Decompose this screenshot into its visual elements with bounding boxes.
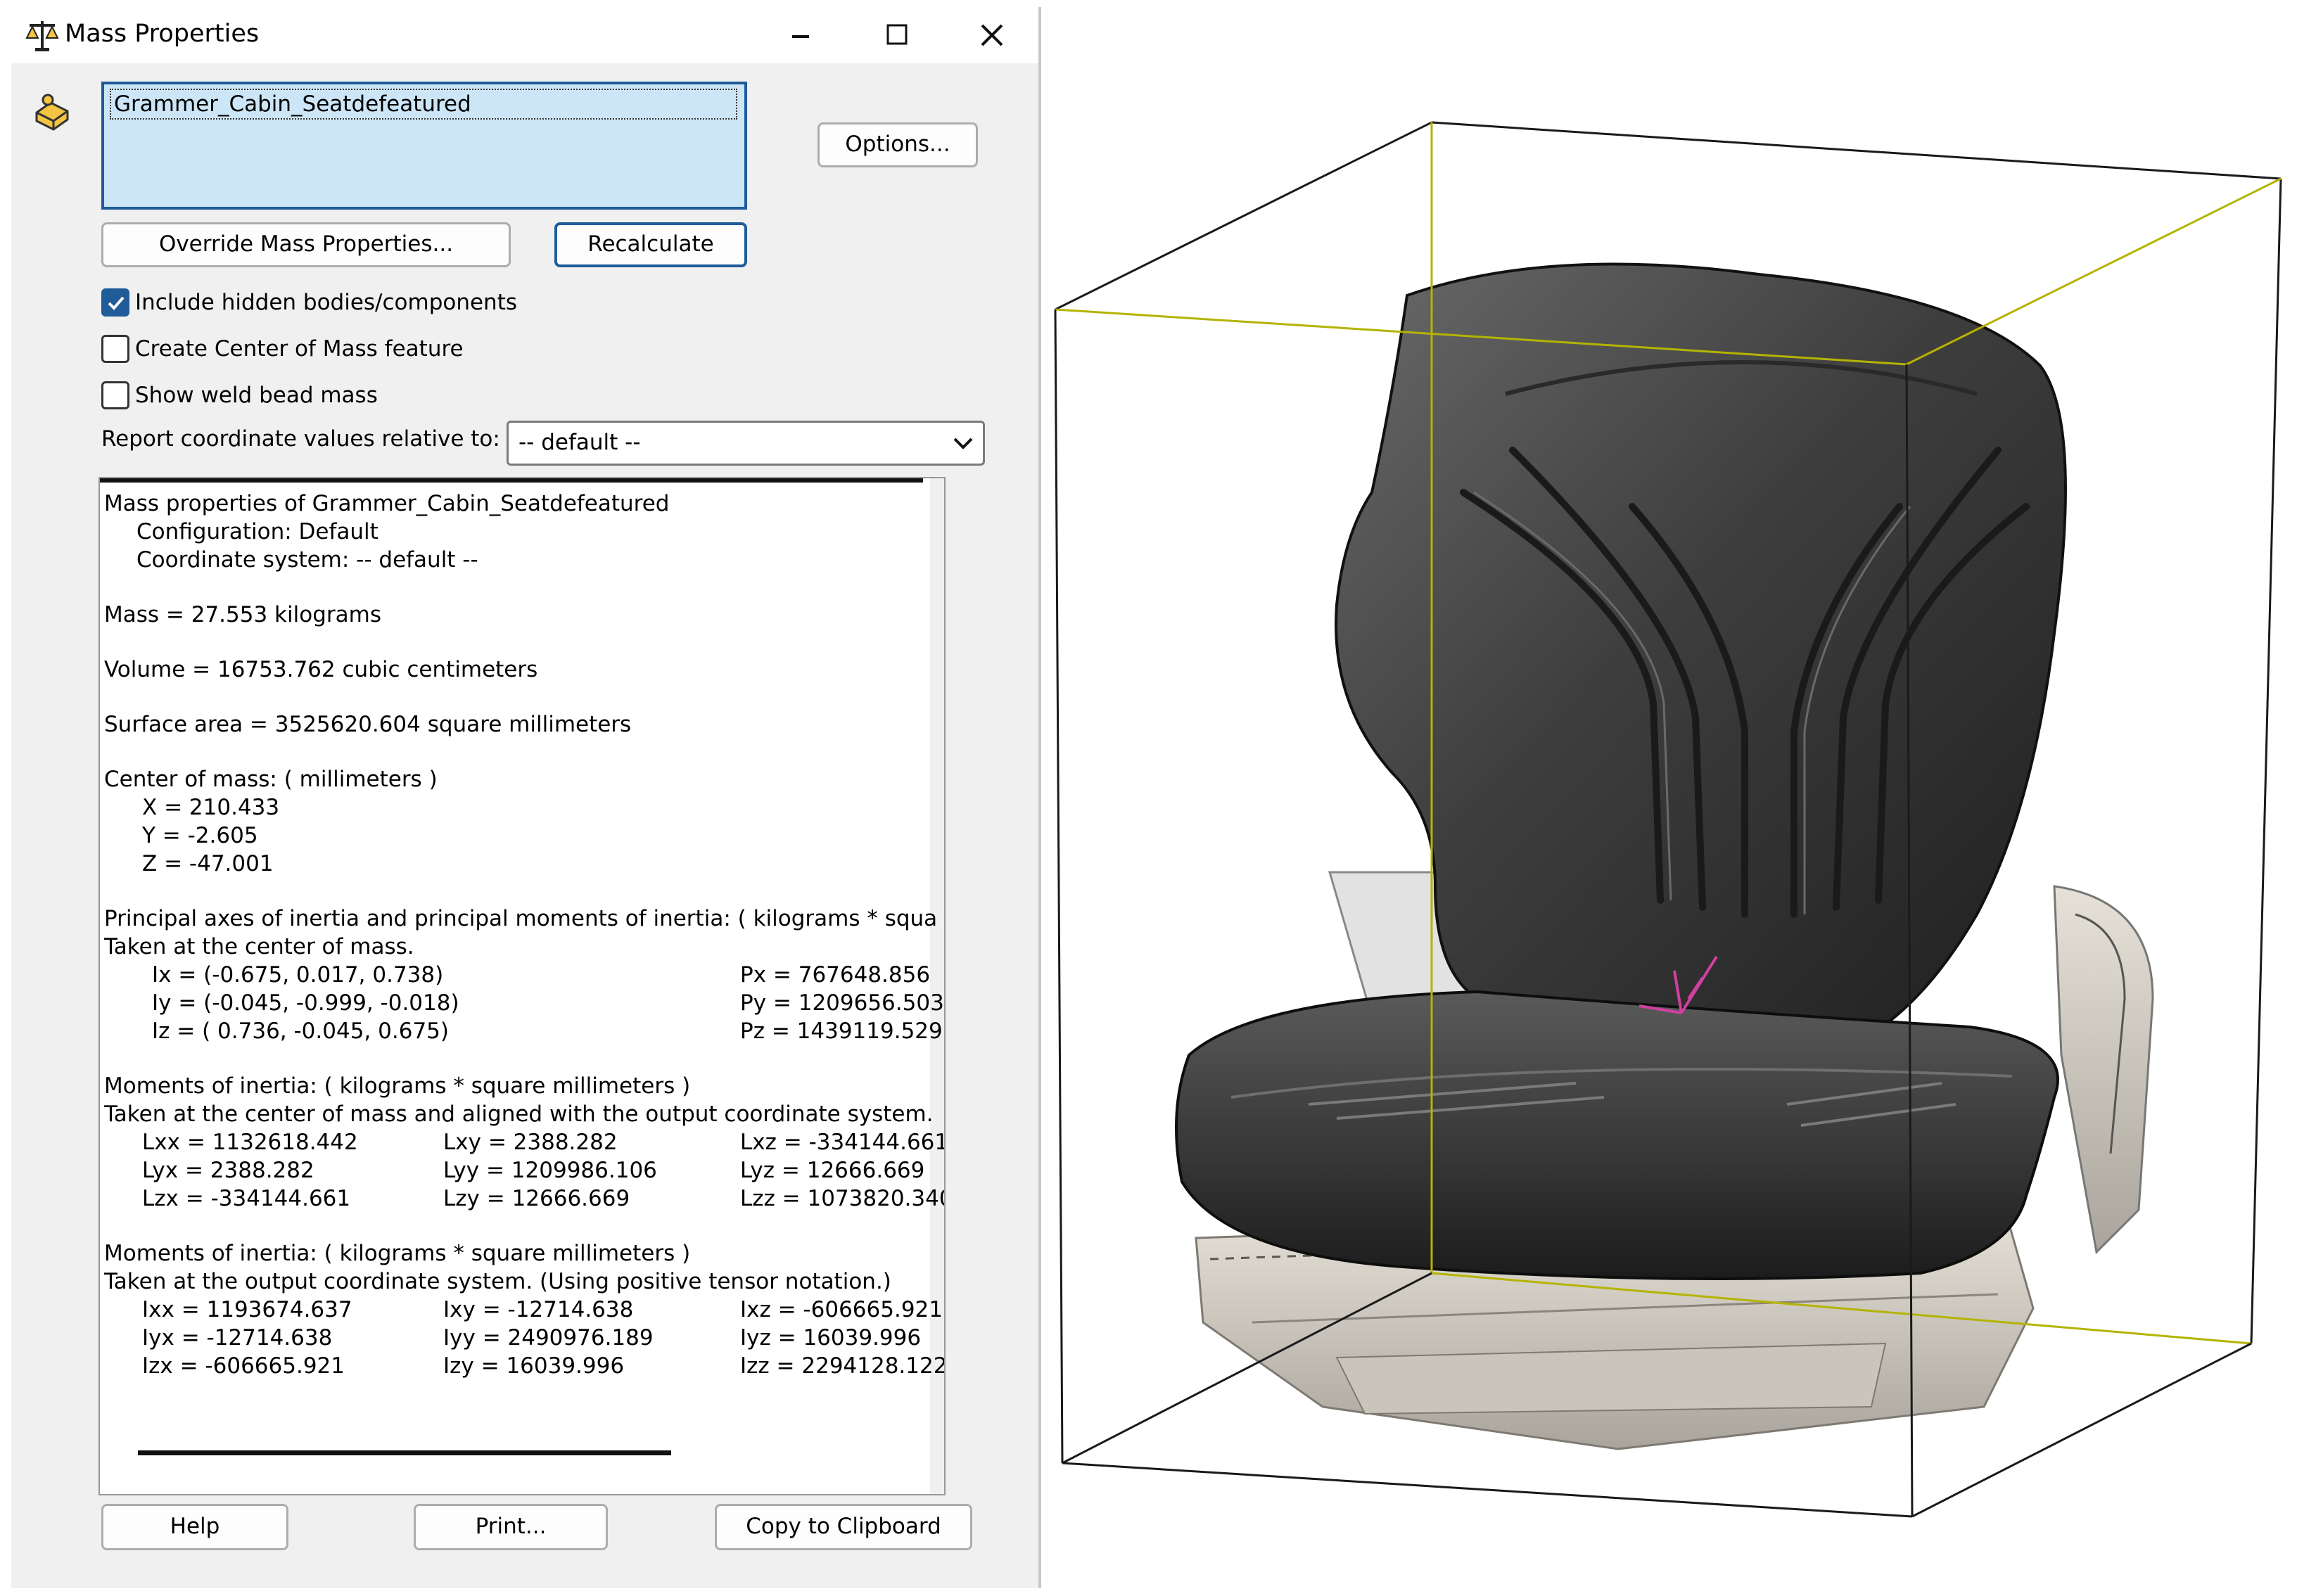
moment-izy: Izy = 16039.996 (443, 1353, 625, 1379)
close-button[interactable] (969, 13, 1014, 58)
moment-lzz: Lzz = 1073820.340 (740, 1186, 946, 1211)
minimize-button[interactable] (778, 13, 823, 58)
seat-model-view (1054, 121, 2282, 1518)
principal-moment-px: Px = 767648.856 (740, 962, 931, 988)
coordinate-system-text: Coordinate system: -- default -- (136, 547, 478, 573)
results-top-border (100, 478, 923, 483)
moment-ixy: Ixy = -12714.638 (443, 1297, 634, 1322)
center-of-mass-y: Y = -2.605 (142, 823, 258, 848)
override-mass-properties-button[interactable]: Override Mass Properties... (101, 222, 511, 267)
surface-area-value: Surface area = 3525620.604 square millim… (104, 712, 632, 737)
principal-axis-iz: Iz = ( 0.736, -0.045, 0.675) (152, 1019, 449, 1044)
selected-items-list[interactable]: Grammer_Cabin_Seatdefeatured (101, 82, 747, 210)
moment-lzy: Lzy = 12666.669 (443, 1186, 630, 1211)
center-of-mass-z: Z = -47.001 (142, 851, 274, 876)
moment-iyz: Iyz = 16039.996 (740, 1325, 922, 1351)
options-button[interactable]: Options... (817, 122, 978, 167)
moment-ixx: Ixx = 1193674.637 (142, 1297, 352, 1322)
graphics-viewport[interactable] (1041, 0, 2297, 1596)
moment-izz: Izz = 2294128.122 (740, 1353, 946, 1379)
moment-iyx: Iyx = -12714.638 (142, 1325, 333, 1351)
moment-lzx: Lzx = -334144.661 (142, 1186, 351, 1211)
include-hidden-checkbox[interactable] (101, 288, 129, 317)
seat-backrest (1335, 262, 2067, 1036)
report-coordinate-label: Report coordinate values relative to: (101, 426, 500, 452)
moments-output-subtitle: Taken at the output coordinate system. (… (104, 1269, 891, 1294)
moments-center-subtitle: Taken at the center of mass and aligned … (104, 1102, 934, 1127)
moment-ixz: Ixz = -606665.921 (740, 1297, 943, 1322)
mass-value: Mass = 27.553 kilograms (104, 602, 381, 627)
show-weld-bead-label: Show weld bead mass (135, 383, 378, 408)
moment-lyx: Lyx = 2388.282 (142, 1158, 314, 1183)
mass-properties-dialog: Mass Properties Grammer_Cabin_Seatdefeat… (11, 7, 1041, 1588)
horizontal-scrollbar-thumb[interactable] (138, 1450, 671, 1455)
moment-lxx: Lxx = 1132618.442 (142, 1130, 358, 1155)
title-bar[interactable]: Mass Properties (11, 7, 1038, 63)
moment-izx: Izx = -606665.921 (142, 1353, 345, 1379)
print-button[interactable]: Print... (414, 1504, 608, 1550)
moment-iyy: Iyy = 2490976.189 (443, 1325, 654, 1351)
results-header: Mass properties of Grammer_Cabin_Seatdef… (104, 491, 670, 516)
moment-lxz: Lxz = -334144.661 (740, 1130, 946, 1155)
principal-moment-pz: Pz = 1439119.529 (740, 1019, 943, 1044)
selected-item[interactable]: Grammer_Cabin_Seatdefeatured (110, 89, 737, 120)
seat-cushion (1175, 990, 2059, 1280)
moments-center-title: Moments of inertia: ( kilograms * square… (104, 1073, 691, 1099)
principal-moment-py: Py = 1209656.503 (740, 990, 944, 1016)
coordinate-system-value: -- default -- (518, 430, 641, 455)
mass-properties-icon (24, 17, 61, 53)
recalculate-button[interactable]: Recalculate (554, 222, 747, 267)
moment-lxy: Lxy = 2388.282 (443, 1130, 618, 1155)
create-center-of-mass-label: Create Center of Mass feature (135, 336, 464, 362)
include-hidden-label: Include hidden bodies/components (135, 290, 518, 315)
vertical-scrollbar[interactable] (930, 478, 944, 1494)
moments-output-title: Moments of inertia: ( kilograms * square… (104, 1241, 691, 1266)
maximize-button[interactable] (874, 13, 919, 58)
principal-axis-ix: Ix = (-0.675, 0.017, 0.738) (152, 962, 444, 988)
help-button[interactable]: Help (101, 1504, 288, 1550)
chevron-down-icon (950, 433, 976, 454)
center-of-mass-x: X = 210.433 (142, 795, 280, 820)
window-title: Mass Properties (65, 20, 260, 48)
coordinate-system-select[interactable]: -- default -- (507, 421, 985, 466)
show-weld-bead-checkbox[interactable] (101, 381, 129, 409)
principal-axis-iy: Iy = (-0.045, -0.999, -0.018) (152, 990, 459, 1016)
configuration-text: Configuration: Default (136, 519, 378, 544)
create-center-of-mass-checkbox[interactable] (101, 335, 129, 363)
principal-axes-title: Principal axes of inertia and principal … (104, 906, 938, 931)
volume-value: Volume = 16753.762 cubic centimeters (104, 657, 538, 682)
results-panel[interactable]: Mass properties of Grammer_Cabin_Seatdef… (98, 477, 946, 1495)
copy-to-clipboard-button[interactable]: Copy to Clipboard (715, 1504, 972, 1550)
center-of-mass-title: Center of mass: ( millimeters ) (104, 767, 438, 792)
moment-lyy: Lyy = 1209986.106 (443, 1158, 657, 1183)
moment-lyz: Lyz = 12666.669 (740, 1158, 925, 1183)
part-icon (32, 91, 72, 134)
principal-axes-subtitle: Taken at the center of mass. (104, 934, 414, 959)
